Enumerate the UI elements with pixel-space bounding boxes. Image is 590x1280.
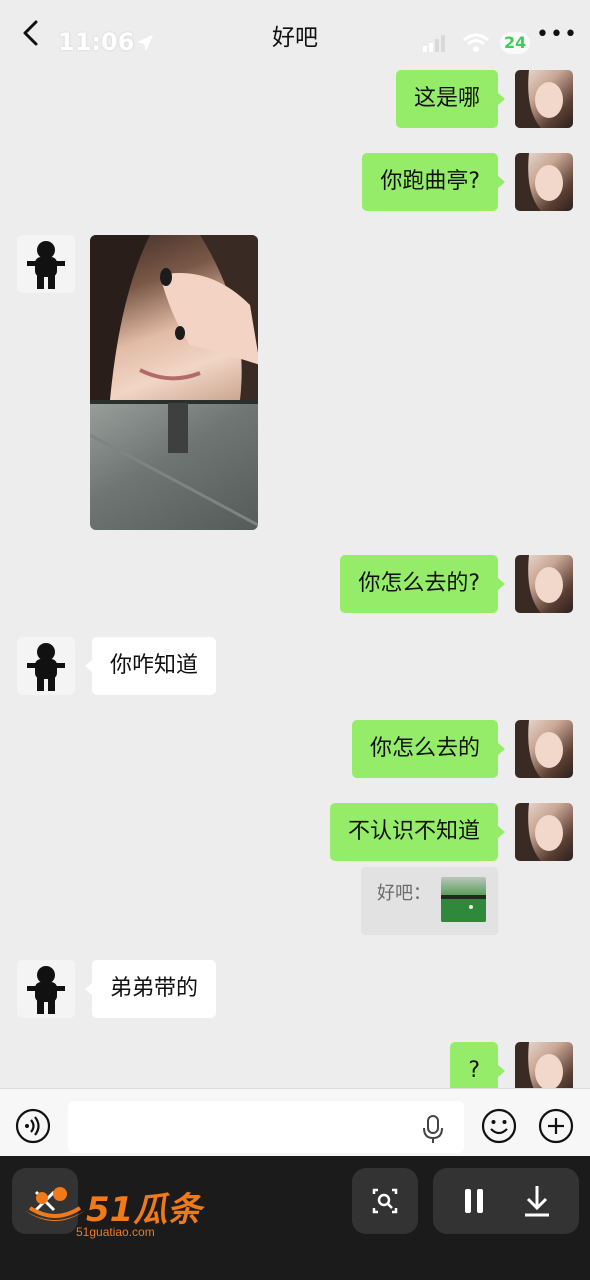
quoted-image-thumbnail [441,877,486,922]
quoted-message-text: 好吧： [377,883,431,904]
my-avatar[interactable] [515,70,573,128]
watermark-brand: 51瓜条 [86,1190,202,1230]
message-bubble-sent[interactable]: ? [450,1042,505,1088]
contact-avatar[interactable] [17,637,75,695]
cellular-signal-icon [423,35,445,52]
message-bubble-sent[interactable]: 你怎么去的 [351,720,506,778]
message-bubble-sent[interactable]: 你跑曲亭? [362,153,505,211]
message-bubble-sent[interactable]: 不认识不知道 [329,803,506,861]
photo-message[interactable] [90,235,258,530]
video-player-dock: 51瓜条 51guatiao.com [0,1156,590,1280]
message-list[interactable]: 这是哪 你跑曲亭? 你怎么去的? 你咋知道 你怎么去的 不认识不知道 好吧： 弟… [0,66,590,1088]
download-icon[interactable] [525,1186,549,1217]
more-options-icon[interactable]: ••• [536,22,578,47]
my-avatar[interactable] [515,153,573,211]
battery-indicator: 24 [500,32,531,54]
microphone-icon[interactable] [422,1114,444,1144]
my-avatar[interactable] [515,720,573,778]
melon-logo-icon [24,1187,86,1221]
message-bubble-sent[interactable]: 这是哪 [395,70,506,128]
scan-button[interactable] [352,1168,418,1234]
contact-avatar[interactable] [17,960,75,1018]
add-more-icon[interactable] [538,1108,574,1144]
message-bubble-sent[interactable]: 你怎么去的? [340,555,505,613]
photo-detail-icon [90,235,258,527]
wifi-icon [463,33,489,52]
my-avatar[interactable] [515,1042,573,1088]
chat-header: 11:06 好吧 24 ••• [0,0,590,66]
message-input[interactable] [68,1101,464,1153]
input-bar [0,1088,590,1156]
message-bubble-received[interactable]: 你咋知道 [84,637,217,695]
quoted-message[interactable]: 好吧： [361,867,498,935]
scan-lens-icon [372,1188,398,1214]
my-avatar[interactable] [515,803,573,861]
playback-controls [433,1168,579,1234]
my-avatar[interactable] [515,555,573,613]
watermark-site: 51guatiao.com [76,1225,155,1239]
emoji-icon[interactable] [481,1108,517,1144]
voice-input-icon[interactable] [15,1108,51,1144]
message-bubble-received[interactable]: 弟弟带的 [84,960,217,1018]
watermark-logo: 51瓜条 51guatiao.com [20,1180,210,1240]
pause-icon[interactable] [465,1189,483,1213]
contact-avatar[interactable] [17,235,75,293]
player-buttons [465,1186,549,1217]
